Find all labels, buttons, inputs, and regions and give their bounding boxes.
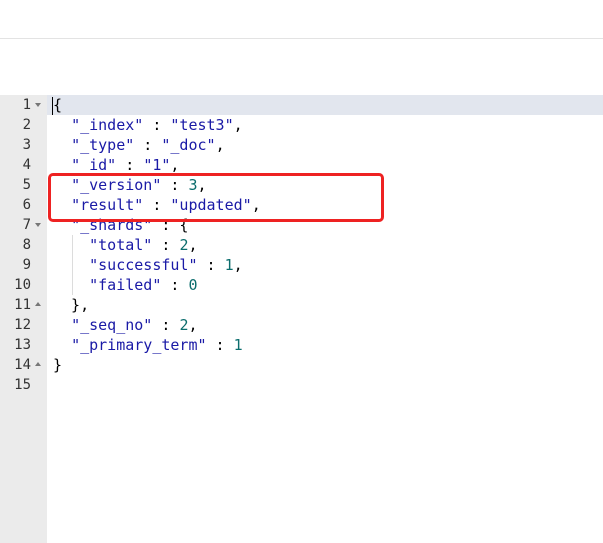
- json-punctuation: ,: [233, 116, 243, 134]
- json-punctuation: [53, 316, 71, 334]
- response-editor[interactable]: 1 2 3 4 5 6 7 8 9 10 11 12 13 14 15 { "_index" : "test…: [0, 95, 603, 543]
- json-punctuation: ,: [188, 316, 198, 334]
- gutter-row: 7: [0, 215, 47, 235]
- gutter-row: 13: [0, 335, 47, 355]
- json-key: "failed": [89, 276, 162, 294]
- gutter-row: 4: [0, 155, 47, 175]
- code-line: {: [53, 95, 62, 115]
- gutter-row: 8: [0, 235, 47, 255]
- line-number: 10: [14, 277, 31, 293]
- json-punctuation: }: [53, 356, 63, 374]
- code-line: "total" : 2,: [53, 235, 198, 255]
- line-number: 14: [14, 357, 31, 373]
- json-key: "_seq_no": [71, 316, 153, 334]
- json-string-value: "test3": [170, 116, 234, 134]
- json-punctuation: ,: [215, 136, 225, 154]
- line-number: 12: [14, 317, 31, 333]
- json-punctuation: [53, 136, 71, 154]
- json-key: "_primary_term": [71, 336, 207, 354]
- json-punctuation: :: [206, 336, 234, 354]
- code-line: "_seq_no" : 2,: [53, 315, 198, 335]
- gutter-row: 1: [0, 95, 47, 115]
- json-punctuation: ,: [170, 156, 180, 174]
- json-punctuation: :: [197, 256, 225, 274]
- toolbar-area: [0, 0, 603, 39]
- json-number-value: 0: [188, 276, 198, 294]
- json-key: "_type": [71, 136, 135, 154]
- gutter-row: 5: [0, 175, 47, 195]
- json-key: "_id": [71, 156, 117, 174]
- gutter-row: 14: [0, 355, 47, 375]
- fold-collapse-icon[interactable]: [35, 223, 41, 227]
- json-number-value: 1: [224, 256, 234, 274]
- json-punctuation: :: [134, 136, 162, 154]
- json-punctuation: :: [161, 276, 189, 294]
- line-number: 5: [22, 177, 31, 193]
- line-number: 1: [22, 97, 31, 113]
- gutter-row: 15: [0, 375, 47, 395]
- json-punctuation: [53, 156, 71, 174]
- code-line: }: [53, 355, 62, 375]
- json-punctuation: ,: [188, 236, 198, 254]
- indent-guide: [72, 235, 73, 295]
- json-punctuation: {: [53, 96, 63, 114]
- line-number: 2: [22, 117, 31, 133]
- line-number: 3: [22, 137, 31, 153]
- code-line: "_id" : "1",: [53, 155, 179, 175]
- code-line: "successful" : 1,: [53, 255, 243, 275]
- annotation-highlight-box: [48, 173, 384, 222]
- json-punctuation: },: [53, 296, 90, 314]
- json-string-value: "_doc": [161, 136, 216, 154]
- line-number: 13: [14, 337, 31, 353]
- json-key: "_index": [71, 116, 144, 134]
- json-punctuation: :: [152, 236, 180, 254]
- code-content[interactable]: { "_index" : "test3", "_type" : "_doc", …: [47, 95, 603, 543]
- gutter-row: 12: [0, 315, 47, 335]
- json-key: "total": [89, 236, 153, 254]
- code-line: "_type" : "_doc",: [53, 135, 225, 155]
- json-string-value: "1": [143, 156, 171, 174]
- line-number-gutter: 1 2 3 4 5 6 7 8 9 10 11 12 13 14 15: [0, 95, 47, 543]
- gutter-row: 11: [0, 295, 47, 315]
- gutter-row: 10: [0, 275, 47, 295]
- code-line: },: [53, 295, 89, 315]
- json-number-value: 1: [233, 336, 243, 354]
- json-punctuation: :: [152, 316, 180, 334]
- gutter-row: 6: [0, 195, 47, 215]
- gutter-row: 3: [0, 135, 47, 155]
- json-punctuation: [53, 116, 71, 134]
- json-punctuation: :: [143, 116, 171, 134]
- fold-expand-icon[interactable]: [35, 302, 41, 306]
- text-cursor: [52, 97, 53, 115]
- line-number: 11: [14, 297, 31, 313]
- fold-collapse-icon[interactable]: [35, 103, 41, 107]
- fold-expand-icon[interactable]: [35, 362, 41, 366]
- code-line: "failed" : 0: [53, 275, 198, 295]
- json-punctuation: [53, 336, 71, 354]
- gutter-row: 9: [0, 255, 47, 275]
- json-punctuation: :: [116, 156, 144, 174]
- line-number: 6: [22, 197, 31, 213]
- line-number: 8: [22, 237, 31, 253]
- json-punctuation: ,: [233, 256, 243, 274]
- line-number: 9: [22, 257, 31, 273]
- json-key: "successful": [89, 256, 198, 274]
- line-number: 4: [22, 157, 31, 173]
- console-response-page: 1 2 3 4 5 6 7 8 9 10 11 12 13 14 15 { "_index" : "test…: [0, 0, 603, 543]
- code-line: "_index" : "test3",: [53, 115, 243, 135]
- line-number: 15: [14, 377, 31, 393]
- line-number: 7: [22, 217, 31, 233]
- gutter-row: 2: [0, 115, 47, 135]
- code-line: "_primary_term" : 1: [53, 335, 243, 355]
